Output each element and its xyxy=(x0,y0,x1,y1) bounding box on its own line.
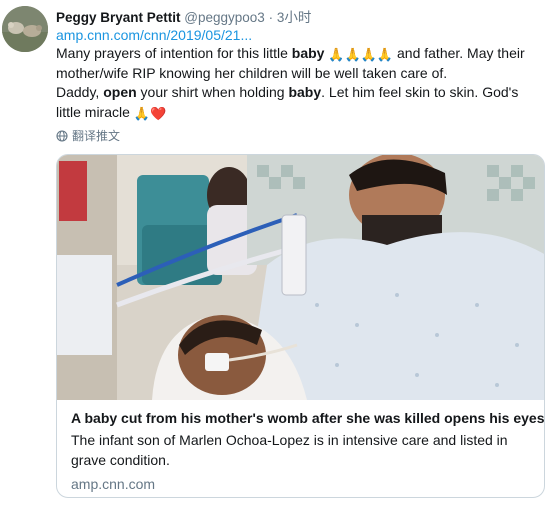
tweet-header: Peggy Bryant Pettit @peggypoo3 · 3小时 xyxy=(56,6,311,26)
text-segment: Daddy, xyxy=(56,84,104,101)
card-body[interactable]: A baby cut from his mother's womb after … xyxy=(57,400,544,492)
link-card[interactable]: A baby cut from his mother's womb after … xyxy=(56,154,545,498)
tweet-text: Many prayers of intention for this littl… xyxy=(56,44,544,122)
card-image[interactable] xyxy=(57,155,544,400)
translate-label[interactable]: 翻译推文 xyxy=(72,127,120,144)
globe-icon xyxy=(56,129,68,142)
bold-open: open xyxy=(103,84,137,101)
text-segment: Many prayers of intention for this littl… xyxy=(56,45,292,61)
timestamp[interactable]: 3小时 xyxy=(277,10,312,25)
translate-button[interactable]: 翻译推文 xyxy=(56,127,120,144)
separator: · xyxy=(268,10,274,25)
avatar[interactable] xyxy=(2,6,48,52)
user-handle[interactable]: @peggypoo3 xyxy=(184,10,265,25)
tweet-link[interactable]: amp.cnn.com/cnn/2019/05/21... xyxy=(56,27,252,43)
text-segment: your shirt when holding xyxy=(136,84,289,101)
display-name[interactable]: Peggy Bryant Pettit xyxy=(56,10,181,25)
hashtag-bold-baby: baby xyxy=(291,45,325,61)
bold-baby: baby xyxy=(288,84,322,101)
pray-emoji-icon: 🙏🙏🙏🙏 xyxy=(328,47,394,62)
card-domain[interactable]: amp.cnn.com xyxy=(71,476,532,492)
card-title[interactable]: A baby cut from his mother's womb after … xyxy=(71,409,544,427)
pray-heart-emoji-icon: 🙏❤️ xyxy=(133,105,167,121)
card-description: The infant son of Marlen Ochoa-Lopez is … xyxy=(71,432,508,468)
